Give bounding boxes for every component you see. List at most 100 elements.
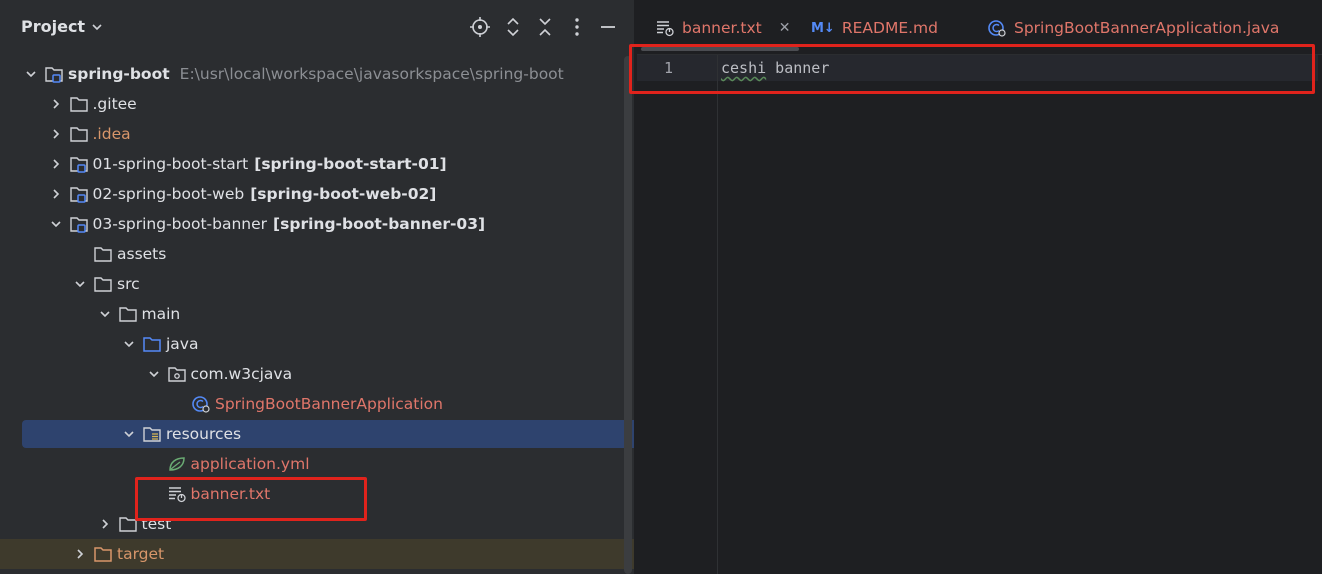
chevron-right-icon[interactable] <box>48 126 64 142</box>
editor-tabs: banner.txt ✕ M↓ README.md SpringBootBannerAp… <box>637 0 1322 55</box>
spring-class-icon <box>987 19 1007 37</box>
tree-item-label: SpringBootBannerApplication <box>215 395 443 413</box>
tree-item[interactable]: target <box>0 539 634 569</box>
editor-tab[interactable]: SpringBootBannerApplication.java <box>987 16 1279 40</box>
tree-item-label: assets <box>117 245 167 263</box>
tree-item-label: 02-spring-boot-web <box>92 185 245 203</box>
tree-item-label: .idea <box>92 125 131 143</box>
resources-folder-icon <box>142 425 162 443</box>
more-options-icon[interactable] <box>566 16 588 38</box>
folder-icon <box>93 245 113 263</box>
line-number: 1 <box>663 59 673 77</box>
markdown-icon: M↓ <box>811 20 835 36</box>
chevron-right-icon[interactable] <box>72 546 88 562</box>
chevron-right-icon[interactable] <box>48 186 64 202</box>
tree-item[interactable]: spring-boot E:\usr\local\workspace\javaso… <box>0 59 634 89</box>
chevron-down-icon[interactable] <box>121 336 137 352</box>
tree-item-label: com.w3cjava <box>190 365 293 383</box>
project-panel-header: Project <box>0 0 634 56</box>
expand-all-icon[interactable] <box>502 16 524 38</box>
chevron-down-icon[interactable] <box>48 216 64 232</box>
tree-item[interactable]: 03-spring-boot-banner [spring-boot-banner… <box>0 209 634 239</box>
tree-item-label: test <box>141 515 172 533</box>
tree-item[interactable]: banner.txt <box>0 479 634 509</box>
module-folder-icon <box>69 185 89 203</box>
chevron-right-icon[interactable] <box>97 516 113 532</box>
folder-icon <box>69 125 89 143</box>
source-folder-icon <box>142 335 162 353</box>
text-file-icon <box>167 485 187 503</box>
editor-tab-label: banner.txt <box>682 19 762 37</box>
tree-item-label: spring-boot <box>68 65 170 83</box>
close-icon[interactable]: ✕ <box>779 20 791 36</box>
editor-tab[interactable]: M↓ README.md <box>811 16 938 40</box>
tree-item[interactable]: src <box>0 269 634 299</box>
tree-item[interactable]: 02-spring-boot-web [spring-boot-web-02] <box>0 179 634 209</box>
folder-icon <box>118 515 138 533</box>
chevron-down-icon[interactable] <box>146 366 162 382</box>
module-folder-icon <box>44 65 64 83</box>
module-name: [spring-boot-web-02] <box>250 185 437 203</box>
chevron-down-icon[interactable] <box>72 276 88 292</box>
tree-item[interactable]: main <box>0 299 634 329</box>
excluded-folder-icon <box>93 545 113 563</box>
module-folder-icon <box>69 215 89 233</box>
project-path: E:\usr\local\workspace\javasorkspace\spr… <box>179 65 564 83</box>
tree-item[interactable]: resources <box>0 419 634 449</box>
tree-item-label: 03-spring-boot-banner <box>92 215 268 233</box>
folder-icon <box>118 305 138 323</box>
tree-item[interactable]: java <box>0 329 634 359</box>
chevron-right-icon[interactable] <box>48 156 64 172</box>
package-icon <box>167 365 187 383</box>
spring-leaf-icon <box>167 455 187 473</box>
collapse-all-icon[interactable] <box>534 16 556 38</box>
typo-word: ceshi <box>721 59 767 77</box>
tree-item[interactable]: application.yml <box>0 449 634 479</box>
locate-file-icon[interactable] <box>469 16 491 38</box>
spring-class-icon <box>191 395 211 413</box>
gutter-separator <box>717 55 718 574</box>
tree-item-label: application.yml <box>190 455 310 473</box>
tree-item[interactable]: SpringBootBannerApplication <box>0 389 634 419</box>
tree-item-label: resources <box>166 425 242 443</box>
editor-area: banner.txt ✕ M↓ README.md SpringBootBannerAp… <box>629 0 1322 574</box>
chevron-down-icon[interactable] <box>23 66 39 82</box>
code-line[interactable]: ceshi banner <box>721 59 829 77</box>
folder-icon <box>69 95 89 113</box>
code-text-rest: banner <box>766 59 830 77</box>
chevron-down-icon[interactable] <box>97 306 113 322</box>
editor-tab[interactable]: banner.txt ✕ <box>655 16 790 40</box>
active-tab-indicator <box>641 47 799 51</box>
tree-item-label: banner.txt <box>190 485 271 503</box>
editor-tab-label: README.md <box>841 19 938 37</box>
folder-icon <box>93 275 113 293</box>
tree-item[interactable]: .idea <box>0 119 634 149</box>
project-view-selector[interactable]: Project <box>21 17 103 36</box>
tree-item-label: java <box>166 335 199 353</box>
editor-tab-label: SpringBootBannerApplication.java <box>1014 19 1280 37</box>
chevron-down-icon <box>92 23 102 30</box>
tree-item[interactable]: .gitee <box>0 89 634 119</box>
tree-item-label: 01-spring-boot-start <box>92 155 249 173</box>
text-file-icon <box>655 19 675 37</box>
module-folder-icon <box>69 155 89 173</box>
tree-item[interactable]: 01-spring-boot-start [spring-boot-start-0… <box>0 149 634 179</box>
module-name: [spring-boot-banner-03] <box>273 215 486 233</box>
tree-item-label: .gitee <box>92 95 137 113</box>
panel-title: Project <box>21 17 86 36</box>
project-panel: Project spring-boot E:\usr\local\workspac… <box>0 0 634 574</box>
project-tree: spring-boot E:\usr\local\workspace\javaso… <box>0 59 634 569</box>
chevron-right-icon[interactable] <box>48 96 64 112</box>
tree-item-label: main <box>141 305 181 323</box>
tree-item[interactable]: assets <box>0 239 634 269</box>
tree-item[interactable]: com.w3cjava <box>0 359 634 389</box>
minimize-panel-icon[interactable] <box>597 16 619 38</box>
tree-scrollbar[interactable] <box>624 56 632 574</box>
tree-item[interactable]: test <box>0 509 634 539</box>
chevron-down-icon[interactable] <box>121 426 137 442</box>
tree-item-label: target <box>117 545 165 563</box>
tree-item-label: src <box>117 275 140 293</box>
